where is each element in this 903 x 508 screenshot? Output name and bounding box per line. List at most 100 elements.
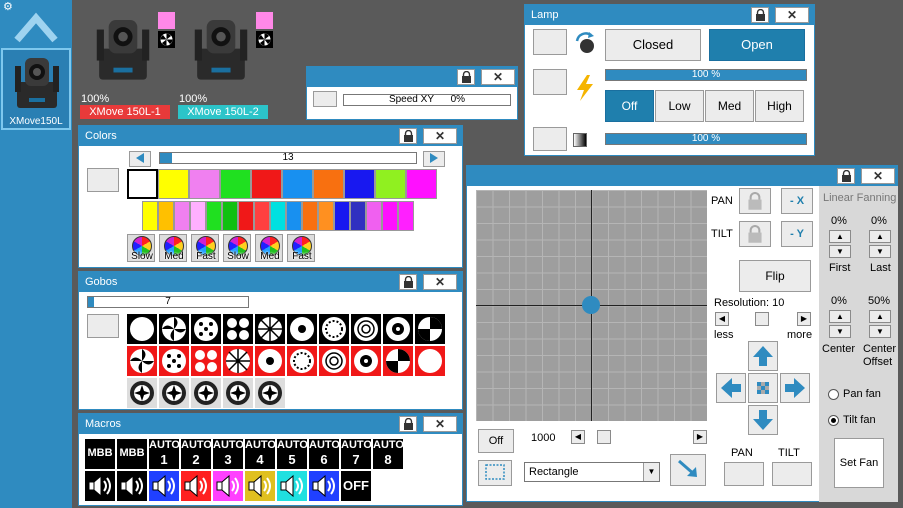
sound-macro-button[interactable] — [85, 471, 115, 501]
close-icon[interactable]: ✕ — [423, 274, 457, 290]
pan-lock-button[interactable] — [739, 188, 771, 214]
color-swatch[interactable] — [251, 169, 282, 199]
gobo-button[interactable] — [415, 314, 445, 344]
gobo-button[interactable] — [255, 314, 285, 344]
lock-icon[interactable] — [457, 69, 475, 85]
offset-down-button[interactable]: ▼ — [869, 325, 891, 338]
speed-window-titlebar[interactable]: ✕ — [307, 67, 517, 87]
pantilt-grid[interactable] — [476, 190, 707, 421]
color-swatch[interactable] — [313, 169, 344, 199]
gobo-button-shake[interactable] — [383, 346, 413, 376]
close-icon[interactable]: ✕ — [775, 7, 809, 23]
chevron-down-icon[interactable]: ▼ — [643, 463, 659, 481]
open-button[interactable]: Open — [709, 29, 805, 61]
sound-macro-button[interactable] — [117, 471, 147, 501]
gobo-rotation-button[interactable] — [159, 378, 189, 408]
dimmer-toggle-button[interactable] — [533, 127, 567, 151]
tilt-effect-button[interactable] — [772, 462, 812, 486]
gobo-rotation-button[interactable] — [191, 378, 221, 408]
center-button[interactable] — [748, 373, 778, 403]
effect-speed-less-button[interactable]: ◀ — [571, 430, 585, 444]
pantilt-titlebar[interactable]: ✕ — [467, 166, 897, 186]
sound-macro-button[interactable] — [245, 471, 275, 501]
flip-button[interactable]: Flip — [739, 260, 811, 292]
gobo-button[interactable] — [159, 314, 189, 344]
set-fan-button[interactable]: Set Fan — [834, 438, 884, 488]
first-up-button[interactable]: ▲ — [829, 230, 851, 243]
close-icon[interactable]: ✕ — [861, 168, 895, 184]
mode-low-button[interactable]: Low — [655, 90, 704, 122]
mode-med-button[interactable]: Med — [705, 90, 754, 122]
offset-up-button[interactable]: ▲ — [869, 310, 891, 323]
shape-direction-button[interactable] — [670, 454, 706, 486]
colors-titlebar[interactable]: Colors ✕ — [79, 126, 462, 146]
color-swatch-split[interactable] — [286, 201, 302, 231]
color-swatch-split[interactable] — [190, 201, 206, 231]
color-swatch-split[interactable] — [318, 201, 334, 231]
color-swatch-split[interactable] — [270, 201, 286, 231]
close-icon[interactable]: ✕ — [423, 128, 457, 144]
gobo-button-shake[interactable] — [191, 346, 221, 376]
color-swatch[interactable] — [189, 169, 220, 199]
color-swatch-split[interactable] — [158, 201, 174, 231]
lock-icon[interactable] — [399, 128, 417, 144]
sound-macro-button[interactable] — [213, 471, 243, 501]
color-swatch-split[interactable] — [334, 201, 350, 231]
strobe-toggle-button[interactable] — [533, 69, 567, 95]
macro-button[interactable]: AUTO 8 — [373, 439, 404, 469]
lock-icon[interactable] — [399, 274, 417, 290]
gobo-button-shake[interactable] — [319, 346, 349, 376]
close-icon[interactable]: ✕ — [481, 69, 515, 85]
gobo-button[interactable] — [351, 314, 381, 344]
move-left-button[interactable] — [716, 373, 746, 403]
color-swatch-split[interactable] — [398, 201, 414, 231]
color-toggle-button[interactable] — [87, 168, 119, 192]
color-speed-button[interactable]: Med — [159, 234, 187, 262]
color-swatch-split[interactable] — [302, 201, 318, 231]
macro-button[interactable]: AUTO 6 — [309, 439, 340, 469]
macro-button[interactable]: MBB — [85, 439, 115, 469]
color-swatch-split[interactable] — [350, 201, 366, 231]
macro-button[interactable]: AUTO 3 — [213, 439, 244, 469]
gobo-button-shake[interactable] — [159, 346, 189, 376]
macro-button[interactable]: AUTO 7 — [341, 439, 372, 469]
last-down-button[interactable]: ▼ — [869, 245, 891, 258]
center-up-button[interactable]: ▲ — [829, 310, 851, 323]
color-swatch[interactable] — [406, 169, 437, 199]
pan-effect-button[interactable] — [724, 462, 764, 486]
lock-icon[interactable] — [837, 168, 855, 184]
mode-off-button[interactable]: Off — [605, 90, 654, 122]
closed-button[interactable]: Closed — [605, 29, 701, 61]
resolution-less-button[interactable]: ◀ — [715, 312, 729, 326]
sound-macro-button[interactable] — [149, 471, 179, 501]
invert-x-button[interactable]: - X — [781, 188, 813, 214]
lock-icon[interactable] — [399, 416, 417, 432]
gobo-button[interactable] — [223, 314, 253, 344]
speed-toggle-button[interactable] — [313, 91, 337, 107]
gobo-button[interactable] — [319, 314, 349, 344]
gobo-rotation-button[interactable] — [127, 378, 157, 408]
gobo-button-shake[interactable] — [351, 346, 381, 376]
gobo-button-shake[interactable] — [223, 346, 253, 376]
color-swatch[interactable] — [220, 169, 251, 199]
mode-high-button[interactable]: High — [755, 90, 804, 122]
dimmer-level-bar[interactable]: 100 % — [605, 133, 807, 145]
macro-button[interactable]: AUTO 5 — [277, 439, 308, 469]
gobo-button[interactable] — [191, 314, 221, 344]
color-swatch-split[interactable] — [238, 201, 254, 231]
center-down-button[interactable]: ▼ — [829, 325, 851, 338]
first-down-button[interactable]: ▼ — [829, 245, 851, 258]
color-speed-button[interactable]: Slow — [223, 234, 251, 262]
color-speed-button[interactable]: Med — [255, 234, 283, 262]
lamp-titlebar[interactable]: Lamp ✕ — [525, 5, 814, 25]
gobo-rotation-button[interactable] — [255, 378, 285, 408]
effect-speed-thumb[interactable] — [597, 430, 611, 444]
color-swatch[interactable] — [282, 169, 313, 199]
gobo-rotation-button[interactable] — [223, 378, 253, 408]
color-next-button[interactable] — [423, 151, 445, 167]
gobo-button[interactable] — [127, 314, 157, 344]
gobo-toggle-button[interactable] — [87, 314, 119, 338]
close-icon[interactable]: ✕ — [423, 416, 457, 432]
color-slider-thumb[interactable] — [160, 153, 172, 163]
color-speed-button[interactable]: Fast — [287, 234, 315, 262]
